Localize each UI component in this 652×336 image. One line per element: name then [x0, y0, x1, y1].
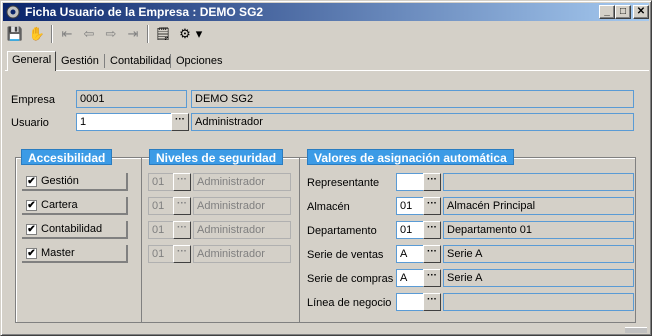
- checkbox[interactable]: ✔: [26, 248, 37, 259]
- last-record-icon[interactable]: ⇥: [123, 24, 143, 44]
- linea-negocio-code-input[interactable]: [396, 293, 425, 311]
- resize-grip[interactable]: [625, 327, 647, 333]
- almacen-label: Almacén: [307, 201, 350, 213]
- representante-code-input[interactable]: [396, 173, 425, 191]
- check-contabilidad[interactable]: ✔ Contabilidad: [22, 221, 128, 239]
- minimize-button[interactable]: _: [599, 5, 615, 19]
- check-label: Contabilidad: [41, 223, 103, 235]
- nivel-lookup-button: ···: [173, 245, 191, 263]
- settings-icon[interactable]: ⚙: [175, 24, 195, 44]
- toolbar-separator: [147, 25, 149, 43]
- dropdown-arrow-icon[interactable]: ▾: [193, 24, 205, 44]
- close-button[interactable]: ✕: [633, 5, 649, 19]
- representante-lookup-button[interactable]: ···: [423, 173, 441, 191]
- empresa-label: Empresa: [11, 94, 56, 106]
- empresa-code-field: 0001: [76, 90, 187, 108]
- next-record-icon[interactable]: ⇨: [101, 24, 121, 44]
- hand-icon[interactable]: ✋: [27, 24, 47, 44]
- accesibilidad-title: Accesibilidad: [21, 149, 113, 165]
- nivel-code-field: 01: [148, 221, 175, 239]
- window: Ficha Usuario de la Empresa : DEMO SG2 _…: [0, 0, 652, 336]
- checkbox[interactable]: ✔: [26, 224, 37, 235]
- check-master[interactable]: ✔ Master: [22, 245, 128, 263]
- maximize-button[interactable]: □: [615, 5, 631, 19]
- general-panel: Empresa 0001 DEMO SG2 Usuario 1 ··· Admi…: [5, 70, 649, 333]
- divider: [299, 157, 300, 323]
- serie-ventas-lookup-button[interactable]: ···: [423, 245, 441, 263]
- linea-negocio-label: Línea de negocio: [307, 297, 392, 309]
- check-label: Master: [41, 247, 75, 259]
- first-record-icon[interactable]: ⇤: [57, 24, 77, 44]
- tab-strip: General Gestión Contabilidad Opciones: [5, 51, 649, 71]
- checkbox[interactable]: ✔: [26, 176, 37, 187]
- nivel-lookup-button: ···: [173, 197, 191, 215]
- representante-label: Representante: [307, 177, 380, 189]
- nivel-name-field: Administrador: [193, 221, 291, 239]
- app-gear-icon: [6, 5, 20, 19]
- nivel-code-field: 01: [148, 245, 175, 263]
- previous-record-icon[interactable]: ⇦: [79, 24, 99, 44]
- toolbar-separator: [51, 25, 53, 43]
- serie-compras-label: Serie de compras: [307, 273, 394, 285]
- check-label: Cartera: [41, 199, 78, 211]
- nivel-code-field: 01: [148, 197, 175, 215]
- title-bar[interactable]: Ficha Usuario de la Empresa : DEMO SG2 _…: [3, 3, 649, 21]
- serie-ventas-label: Serie de ventas: [307, 249, 384, 261]
- check-gestion[interactable]: ✔ Gestión: [22, 173, 128, 191]
- usuario-name-field: Administrador: [191, 113, 634, 131]
- save-icon[interactable]: 💾: [5, 24, 25, 44]
- departamento-name-field: Departamento 01: [443, 221, 634, 239]
- serie-compras-name-field: Serie A: [443, 269, 634, 287]
- tab-general[interactable]: General: [7, 51, 57, 71]
- niveles-title: Niveles de seguridad: [149, 149, 284, 165]
- usuario-label: Usuario: [11, 117, 49, 129]
- window-title: Ficha Usuario de la Empresa : DEMO SG2: [25, 5, 264, 19]
- nivel-lookup-button: ···: [173, 221, 191, 239]
- almacen-lookup-button[interactable]: ···: [423, 197, 441, 215]
- nivel-code-field: 01: [148, 173, 175, 191]
- linea-negocio-lookup-button[interactable]: ···: [423, 293, 441, 311]
- tab-separator: [104, 54, 105, 68]
- nivel-lookup-button: ···: [173, 173, 191, 191]
- usuario-code-input[interactable]: 1: [76, 113, 172, 131]
- representante-name-field: [443, 173, 634, 191]
- departamento-code-input[interactable]: 01: [396, 221, 425, 239]
- usuario-lookup-button[interactable]: ···: [171, 113, 189, 131]
- notes-icon[interactable]: 🗒: [153, 24, 173, 44]
- linea-negocio-name-field: [443, 293, 634, 311]
- nivel-name-field: Administrador: [193, 173, 291, 191]
- serie-compras-code-input[interactable]: A: [396, 269, 425, 287]
- check-cartera[interactable]: ✔ Cartera: [22, 197, 128, 215]
- nivel-name-field: Administrador: [193, 245, 291, 263]
- check-label: Gestión: [41, 175, 79, 187]
- serie-ventas-name-field: Serie A: [443, 245, 634, 263]
- empresa-name-field: DEMO SG2: [191, 90, 634, 108]
- divider: [141, 157, 142, 323]
- toolbar: 💾 ✋ ⇤ ⇦ ⇨ ⇥ 🗒 ⚙ ▾: [5, 23, 645, 45]
- nivel-name-field: Administrador: [193, 197, 291, 215]
- checkbox[interactable]: ✔: [26, 200, 37, 211]
- departamento-lookup-button[interactable]: ···: [423, 221, 441, 239]
- tab-gestion[interactable]: Gestión: [57, 53, 103, 70]
- departamento-label: Departamento: [307, 225, 377, 237]
- tab-opciones[interactable]: Opciones: [172, 53, 226, 70]
- tab-contabilidad[interactable]: Contabilidad: [106, 53, 175, 70]
- serie-compras-lookup-button[interactable]: ···: [423, 269, 441, 287]
- almacen-code-input[interactable]: 01: [396, 197, 425, 215]
- tab-separator: [170, 54, 171, 68]
- serie-ventas-code-input[interactable]: A: [396, 245, 425, 263]
- almacen-name-field: Almacén Principal: [443, 197, 634, 215]
- valores-title: Valores de asignación automática: [307, 149, 514, 165]
